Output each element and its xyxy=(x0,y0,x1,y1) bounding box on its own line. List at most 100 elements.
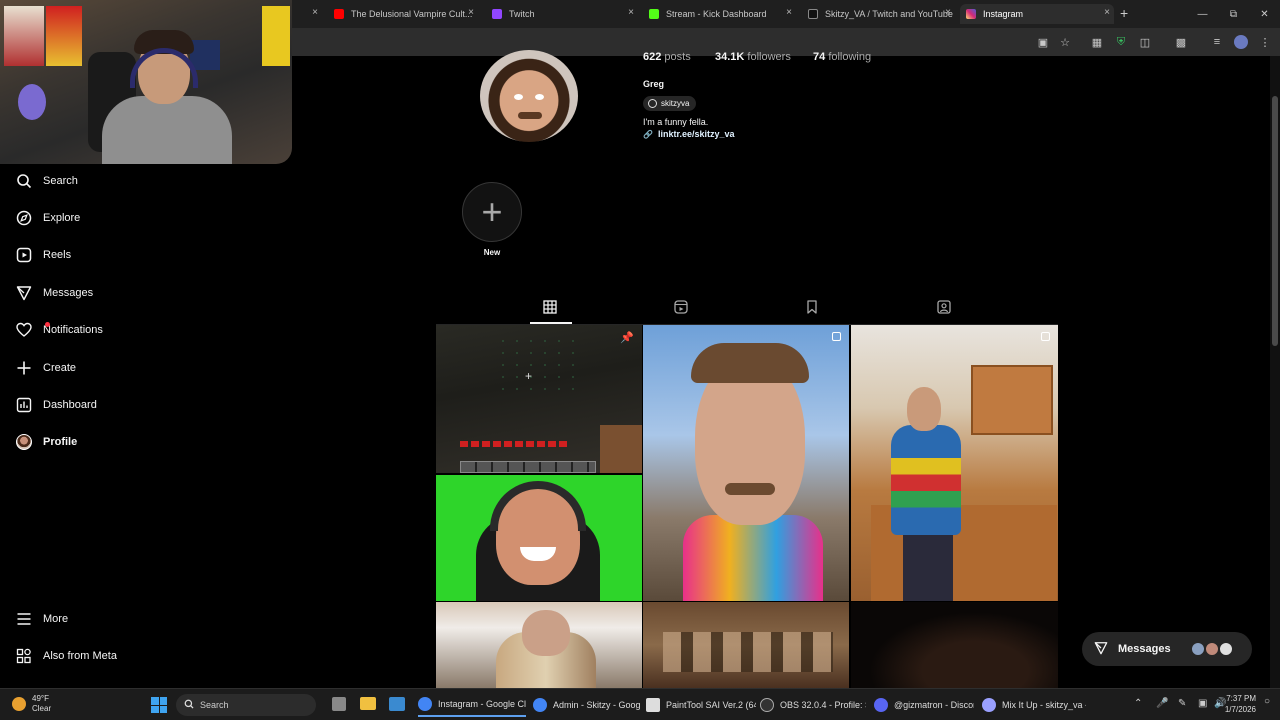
tab-posts-grid[interactable] xyxy=(541,299,559,318)
start-button[interactable] xyxy=(151,697,167,713)
sidebar-item-explore[interactable]: Explore xyxy=(16,206,80,230)
new-tab-button[interactable]: + xyxy=(1120,5,1128,21)
profile-picture[interactable] xyxy=(480,50,578,142)
tab-kick[interactable]: Stream - Kick Dashboard × xyxy=(644,4,796,24)
sidebar-item-create[interactable]: Create xyxy=(16,356,76,380)
messages-floating-button[interactable]: Messages xyxy=(1082,632,1252,666)
network-icon[interactable]: ▣ xyxy=(1198,698,1207,709)
post-restaurant[interactable] xyxy=(643,602,849,688)
profile-link[interactable]: 🔗 linktr.ee/skitzy_va xyxy=(643,129,735,139)
taskbar-app-label: Instagram - Google Cl xyxy=(438,699,526,709)
close-icon[interactable]: × xyxy=(468,7,474,18)
new-highlight-button[interactable]: + xyxy=(462,182,522,242)
messages-label: Messages xyxy=(1118,643,1171,655)
post-kitchen[interactable] xyxy=(851,325,1058,601)
post-table[interactable] xyxy=(436,602,642,688)
sidebar-item-reels[interactable]: Reels xyxy=(16,243,71,267)
sidebar-item-dashboard[interactable]: Dashboard xyxy=(16,393,97,417)
threads-handle: skitzyva xyxy=(661,99,690,108)
restore-icon[interactable]: ⧉ xyxy=(1218,0,1249,28)
taskbar-app-painttool[interactable]: PaintTool SAI Ver.2 (64 xyxy=(646,693,756,717)
tray-chevron-icon[interactable]: ⌃ xyxy=(1134,698,1142,709)
close-window-icon[interactable]: ✕ xyxy=(1249,0,1280,28)
profile-avatar-icon[interactable] xyxy=(1234,35,1248,49)
post-minecraft[interactable]: + 📌 xyxy=(436,325,642,473)
sidebar-item-messages[interactable]: Messages xyxy=(16,281,93,305)
taskbar-search[interactable]: Search xyxy=(176,694,316,716)
media-icon[interactable]: ≡ xyxy=(1210,35,1224,49)
close-icon[interactable]: × xyxy=(1104,7,1110,18)
plus-icon: + xyxy=(481,191,503,232)
minimize-icon[interactable]: — xyxy=(1187,0,1218,28)
taskbar-app-discord[interactable]: @gizmatron - Discor xyxy=(874,693,974,717)
taskbar-app-admin[interactable]: Admin - Skitzy - Goog xyxy=(533,693,641,717)
system-clock[interactable]: 7:37 PM 1/7/2026 xyxy=(1225,693,1256,715)
close-icon[interactable]: × xyxy=(786,7,792,18)
bookmark-icon xyxy=(805,299,819,319)
store-icon[interactable] xyxy=(389,697,405,711)
tab-twitch[interactable]: Twitch × xyxy=(486,4,638,24)
sidebar-item-notifications[interactable]: Notifications xyxy=(16,318,103,342)
notification-dot xyxy=(45,322,50,327)
reels-icon xyxy=(674,299,688,319)
reels-icon xyxy=(16,247,32,263)
wall-poster xyxy=(190,40,220,70)
install-icon[interactable]: ▣ xyxy=(1036,35,1050,49)
threads-badge[interactable]: skitzyva xyxy=(643,96,697,111)
post-dark[interactable] xyxy=(851,602,1058,688)
streamer-body xyxy=(102,96,232,164)
threads-icon xyxy=(648,99,657,108)
following-count[interactable]: 74 following xyxy=(813,51,871,65)
sidebar-item-more[interactable]: More xyxy=(16,607,68,631)
bookmark-star-icon[interactable]: ☆ xyxy=(1058,35,1072,49)
face xyxy=(907,387,941,431)
close-icon[interactable]: × xyxy=(945,7,951,18)
scrollbar-thumb[interactable] xyxy=(1272,96,1278,346)
tab-label: Stream - Kick Dashboard xyxy=(666,9,767,19)
sidepanel-icon[interactable]: ▩ xyxy=(1174,35,1188,49)
post-greenscreen[interactable] xyxy=(436,475,642,601)
close-icon[interactable]: × xyxy=(312,7,318,18)
sidebar-item-label: Messages xyxy=(43,287,94,299)
send-icon xyxy=(16,285,32,301)
shield-icon[interactable]: ⛨ xyxy=(1114,35,1128,49)
taskbar-app-label: PaintTool SAI Ver.2 (64 xyxy=(666,700,756,710)
tab-tagged[interactable] xyxy=(935,299,953,318)
taskbar-app-instagram[interactable]: Instagram - Google Cl xyxy=(418,693,526,717)
weather-widget[interactable]: 49°F Clear xyxy=(12,694,51,714)
tab-label: Instagram xyxy=(983,9,1024,19)
menu-kebab-icon[interactable]: ⋮ xyxy=(1258,35,1272,49)
tab-reels[interactable] xyxy=(672,299,690,319)
taskbar-app-obs[interactable]: OBS 32.0.4 - Profile: St xyxy=(760,693,866,717)
sidebar-item-also-from-meta[interactable]: Also from Meta xyxy=(16,644,117,668)
sidebar-item-search[interactable]: Search xyxy=(16,169,78,193)
active-tab-indicator xyxy=(530,322,572,324)
close-icon[interactable]: × xyxy=(628,7,634,18)
ore-texture xyxy=(496,335,586,395)
pen-icon[interactable]: ✎ xyxy=(1178,698,1186,709)
task-view-icon[interactable] xyxy=(332,697,346,711)
profile-link-text[interactable]: linktr.ee/skitzy_va xyxy=(658,129,735,139)
followers-count[interactable]: 34.1K followers xyxy=(715,51,791,65)
chrome-icon xyxy=(533,698,547,712)
sidebar-item-profile[interactable]: Profile xyxy=(16,430,77,454)
notification-bell-icon[interactable]: ○ xyxy=(1264,696,1270,707)
post-selfie-outdoor[interactable] xyxy=(643,325,849,601)
eye xyxy=(535,94,544,100)
followers-number: 34.1K xyxy=(715,51,745,63)
puzzle-icon[interactable]: ◫ xyxy=(1138,35,1152,49)
tab-saved[interactable] xyxy=(803,299,821,319)
mustache xyxy=(725,483,775,495)
clock-date: 1/7/2026 xyxy=(1224,705,1256,714)
microphone-icon[interactable]: 🎤 xyxy=(1156,698,1168,709)
extension-icon[interactable]: ▦ xyxy=(1090,35,1104,49)
tab-instagram[interactable]: Instagram × xyxy=(960,4,1114,24)
instagram-icon xyxy=(966,9,976,19)
tab-tiktok[interactable]: Skitzy_VA / Twitch and YouTube × xyxy=(803,4,955,24)
tab-youtube[interactable]: The Delusional Vampire Cult... × xyxy=(328,4,478,24)
tab-label: The Delusional Vampire Cult... xyxy=(351,9,473,19)
taskbar-app-mixitup[interactable]: Mix It Up - skitzy_va - xyxy=(982,693,1086,717)
profile-bio: I'm a funny fella. xyxy=(643,117,709,127)
cabinet xyxy=(971,365,1053,435)
file-explorer-icon[interactable] xyxy=(360,697,376,710)
